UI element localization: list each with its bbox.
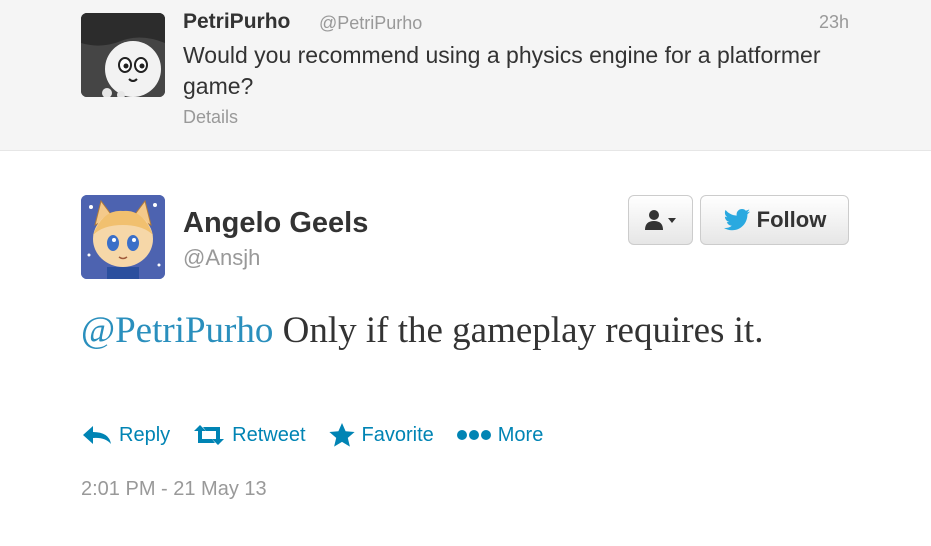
reply-icon <box>83 426 111 444</box>
author-avatar[interactable] <box>81 195 165 279</box>
user-dropdown-icon <box>644 210 676 230</box>
twitter-bird-icon <box>723 209 750 231</box>
retweet-action[interactable]: Retweet <box>192 423 306 447</box>
tweet-timestamp[interactable]: 2:01 PM - 21 May 13 <box>81 478 267 501</box>
author-name[interactable]: Angelo Geels <box>183 207 368 240</box>
context-avatar[interactable] <box>81 13 165 97</box>
avatar-image-icon <box>81 13 165 97</box>
reply-action[interactable]: Reply <box>81 424 170 447</box>
avatar-image-icon <box>81 195 165 279</box>
more-label: More <box>497 423 544 446</box>
more-dots-icon <box>456 430 491 440</box>
details-link[interactable]: Details <box>183 107 238 128</box>
context-tweet: PetriPurho @PetriPurho 23h Would you rec… <box>0 0 931 151</box>
context-author-name[interactable]: PetriPurho <box>183 10 290 34</box>
reply-label: Reply <box>119 423 171 446</box>
follow-button[interactable]: Follow <box>700 195 849 245</box>
star-icon <box>328 423 355 447</box>
context-tweet-time[interactable]: 23h <box>819 12 849 33</box>
mention-link[interactable]: @PetriPurho <box>81 310 273 351</box>
follow-button-label: Follow <box>756 207 827 232</box>
more-action[interactable]: More <box>456 423 544 447</box>
tweet-body: Only if the gameplay requires it. <box>273 310 764 351</box>
retweet-icon <box>194 425 225 445</box>
tweet-text: @PetriPurho Only if the gameplay require… <box>81 308 861 353</box>
favorite-action[interactable]: Favorite <box>328 422 434 448</box>
user-actions-dropdown-button[interactable] <box>628 195 693 245</box>
tweet-actions: Reply Retweet Favorite More <box>81 420 565 450</box>
favorite-label: Favorite <box>361 423 434 446</box>
context-author-handle[interactable]: @PetriPurho <box>319 13 422 34</box>
retweet-label: Retweet <box>232 423 306 446</box>
context-tweet-text: Would you recommend using a physics engi… <box>183 42 821 99</box>
author-handle[interactable]: @Ansjh <box>183 245 260 271</box>
